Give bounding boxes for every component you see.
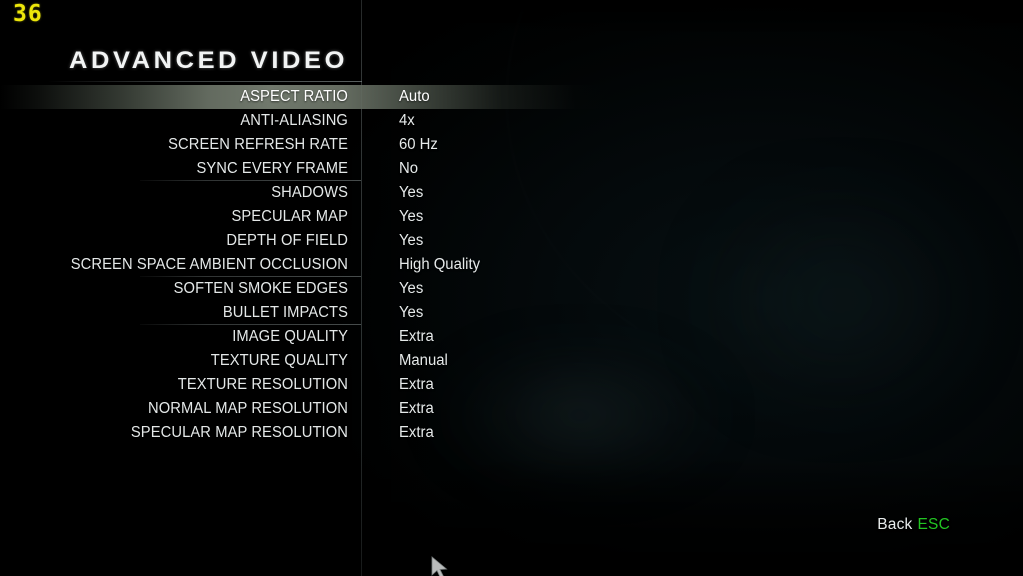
settings-row-value[interactable]: Extra <box>399 325 434 349</box>
mouse-pointer-icon <box>429 556 455 576</box>
settings-row-label: SHADOWS <box>271 184 348 201</box>
settings-row-label: SPECULAR MAP RESOLUTION <box>130 424 348 441</box>
settings-row-label: BULLET IMPACTS <box>222 304 348 321</box>
back-key-label: ESC <box>917 516 950 533</box>
settings-row[interactable]: ASPECT RATIO Auto <box>0 85 1023 109</box>
settings-row-value[interactable]: Yes <box>399 301 423 325</box>
settings-row[interactable]: IMAGE QUALITY Extra <box>0 325 1023 349</box>
settings-row[interactable]: SPECULAR MAP RESOLUTION Extra <box>0 421 1023 445</box>
settings-row-value[interactable]: Auto <box>399 85 430 109</box>
settings-row-label: TEXTURE RESOLUTION <box>177 376 348 393</box>
settings-row-value[interactable]: Extra <box>399 397 434 421</box>
settings-row-value[interactable]: Yes <box>399 181 423 205</box>
settings-row-label: ANTI-ALIASING <box>240 112 348 129</box>
settings-row-value[interactable]: Yes <box>399 229 423 253</box>
settings-row-label: TEXTURE QUALITY <box>210 352 348 369</box>
settings-row[interactable]: SCREEN REFRESH RATE 60 Hz <box>0 133 1023 157</box>
settings-row-value[interactable]: High Quality <box>399 253 480 277</box>
settings-row[interactable]: DEPTH OF FIELD Yes <box>0 229 1023 253</box>
settings-row[interactable]: SHADOWS Yes <box>0 181 1023 205</box>
settings-options-list: ASPECT RATIO Auto ANTI-ALIASING 4x SCREEN RE… <box>0 85 1023 445</box>
settings-row[interactable]: TEXTURE RESOLUTION Extra <box>0 373 1023 397</box>
page-title: ADVANCED VIDEO <box>69 47 348 74</box>
settings-row-value[interactable]: Yes <box>399 277 423 301</box>
settings-row[interactable]: ANTI-ALIASING 4x <box>0 109 1023 133</box>
back-label: Back <box>877 516 913 533</box>
settings-row-label: SCREEN SPACE AMBIENT OCCLUSION <box>70 256 348 273</box>
settings-row-label: SCREEN REFRESH RATE <box>168 136 348 153</box>
settings-row[interactable]: TEXTURE QUALITY Manual <box>0 349 1023 373</box>
settings-row[interactable]: BULLET IMPACTS Yes <box>0 301 1023 325</box>
settings-row-label: NORMAL MAP RESOLUTION <box>147 400 348 417</box>
game-settings-screen: 36 ADVANCED VIDEO ASPECT RATIO Auto ANTI-A… <box>0 0 1023 576</box>
settings-row-label: DEPTH OF FIELD <box>226 232 348 249</box>
settings-row-label: SOFTEN SMOKE EDGES <box>173 280 348 297</box>
settings-row-value[interactable]: No <box>399 157 418 181</box>
title-underline <box>48 81 362 82</box>
settings-row-value[interactable]: 4x <box>399 109 415 133</box>
settings-row[interactable]: SYNC EVERY FRAME No <box>0 157 1023 181</box>
settings-row-value[interactable]: Extra <box>399 373 434 397</box>
settings-row[interactable]: SCREEN SPACE AMBIENT OCCLUSION High Quali… <box>0 253 1023 277</box>
settings-row-value[interactable]: Yes <box>399 205 423 229</box>
settings-row-label: ASPECT RATIO <box>240 88 348 105</box>
back-hint[interactable]: Back ESC <box>877 516 950 534</box>
settings-row[interactable]: SPECULAR MAP Yes <box>0 205 1023 229</box>
settings-row-label: SYNC EVERY FRAME <box>196 160 348 177</box>
settings-row-value[interactable]: Manual <box>399 349 448 373</box>
settings-row-value[interactable]: 60 Hz <box>399 133 438 157</box>
settings-row-value[interactable]: Extra <box>399 421 434 445</box>
settings-row-label: SPECULAR MAP <box>231 208 348 225</box>
settings-row[interactable]: NORMAL MAP RESOLUTION Extra <box>0 397 1023 421</box>
settings-row-label: IMAGE QUALITY <box>232 328 348 345</box>
settings-row[interactable]: SOFTEN SMOKE EDGES Yes <box>0 277 1023 301</box>
